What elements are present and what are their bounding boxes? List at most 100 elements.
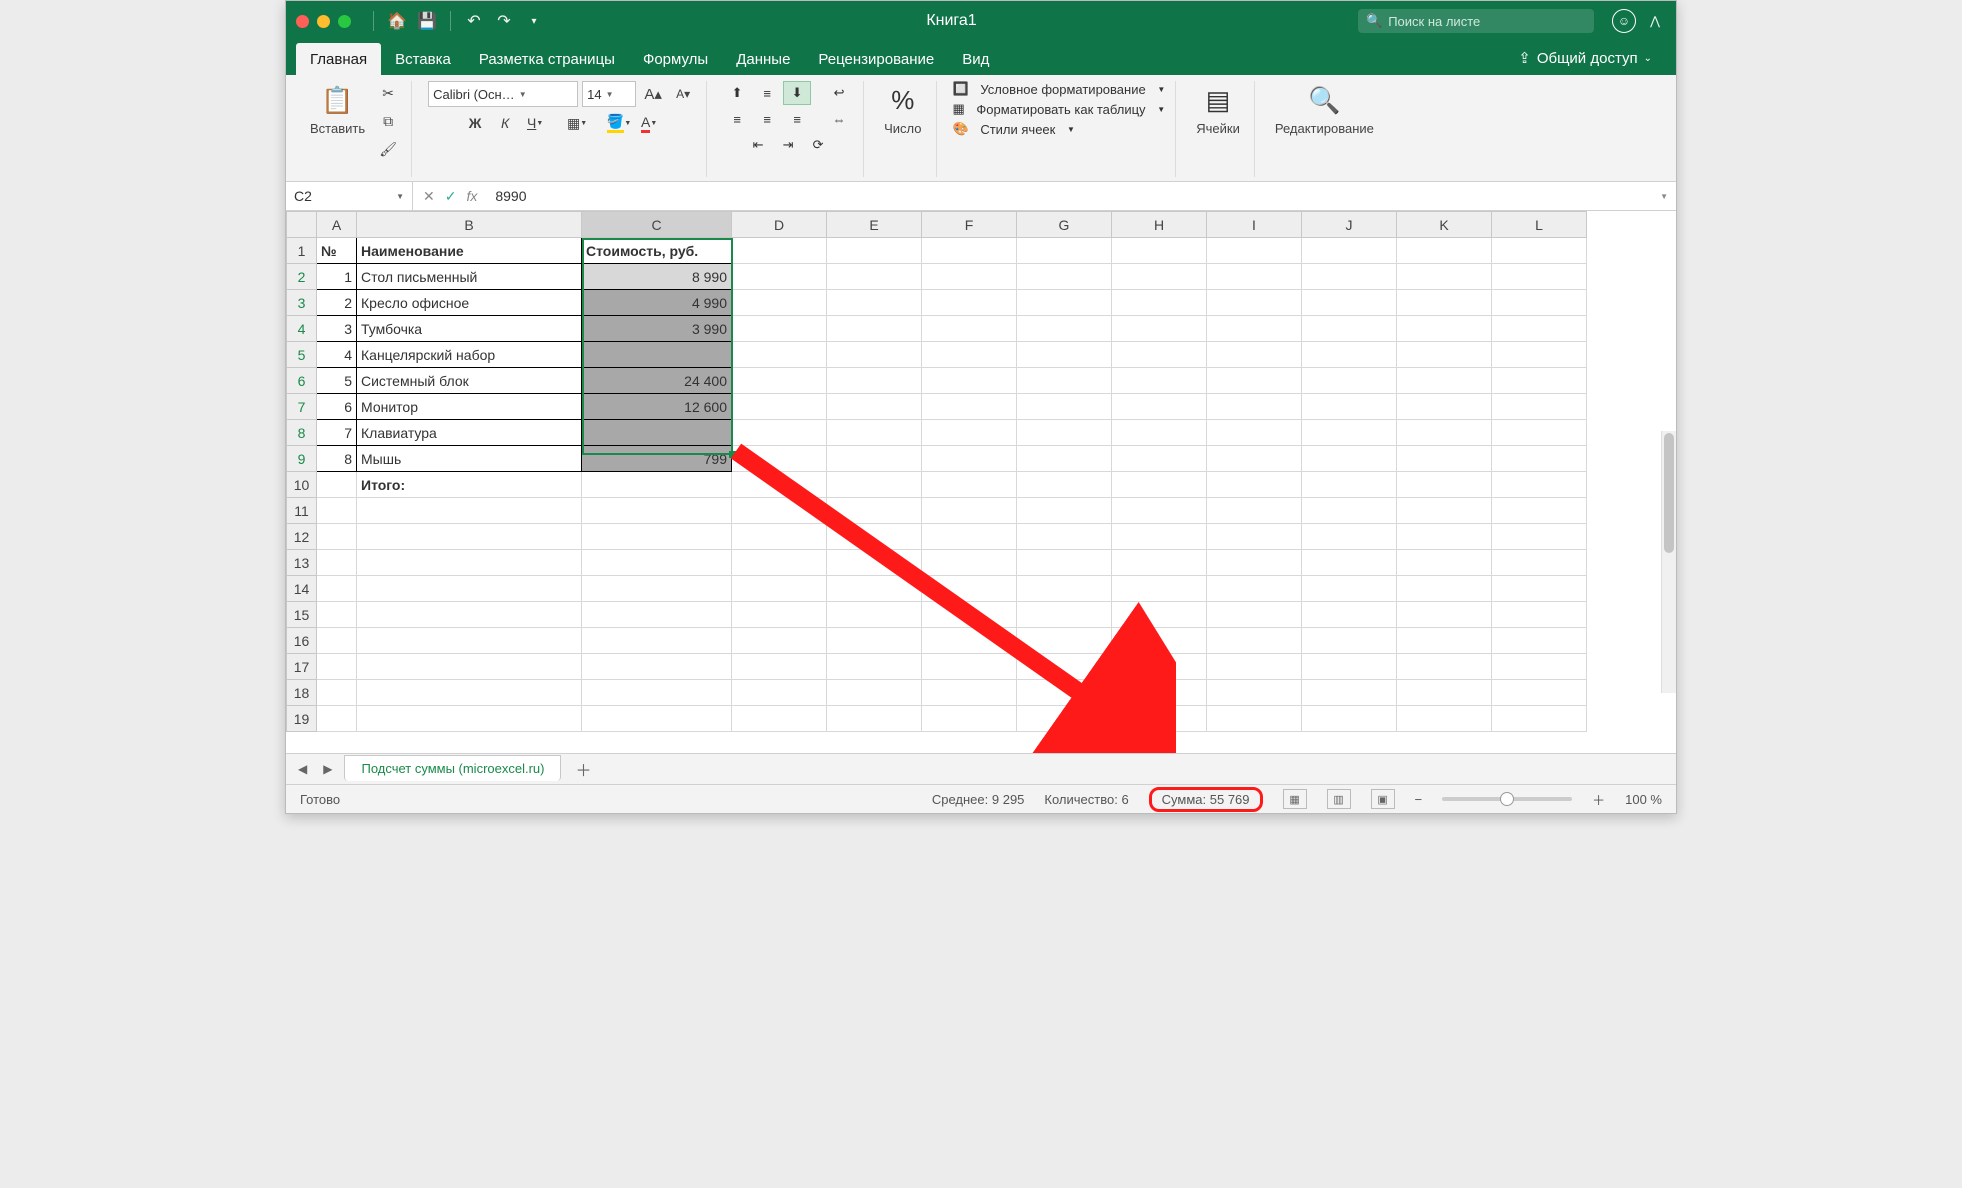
cell[interactable] xyxy=(1017,602,1112,628)
cell[interactable] xyxy=(1492,368,1587,394)
increase-font-icon[interactable]: A▴ xyxy=(640,82,666,106)
cell[interactable] xyxy=(732,316,827,342)
cell[interactable] xyxy=(317,680,357,706)
ribbon-toggle-icon[interactable]: ⋀ xyxy=(1644,10,1666,32)
cell[interactable] xyxy=(1492,238,1587,264)
cell[interactable] xyxy=(732,472,827,498)
cell[interactable] xyxy=(1112,706,1207,732)
cell[interactable] xyxy=(1302,472,1397,498)
cell[interactable]: 7 xyxy=(317,420,357,446)
accept-formula-icon[interactable]: ✓ xyxy=(445,188,457,205)
cell[interactable] xyxy=(1492,394,1587,420)
cell[interactable] xyxy=(1397,576,1492,602)
cell[interactable] xyxy=(1302,602,1397,628)
cell[interactable] xyxy=(827,498,922,524)
tab-insert[interactable]: Вставка xyxy=(381,43,465,75)
cell[interactable] xyxy=(317,602,357,628)
cell[interactable] xyxy=(1112,238,1207,264)
cell[interactable] xyxy=(1017,706,1112,732)
cell[interactable] xyxy=(1302,394,1397,420)
cell[interactable] xyxy=(922,472,1017,498)
cell[interactable] xyxy=(1302,316,1397,342)
fill-color-icon[interactable]: 🪣▼ xyxy=(606,111,632,135)
cell[interactable] xyxy=(1492,472,1587,498)
cell[interactable] xyxy=(582,680,732,706)
cell[interactable] xyxy=(1207,498,1302,524)
cell[interactable]: Наименование xyxy=(357,238,582,264)
cell[interactable] xyxy=(1302,628,1397,654)
cell[interactable]: 3 990 xyxy=(582,316,732,342)
cell[interactable] xyxy=(1492,524,1587,550)
cell[interactable] xyxy=(827,394,922,420)
cell[interactable] xyxy=(1017,498,1112,524)
cell[interactable] xyxy=(1207,550,1302,576)
wrap-text-icon[interactable]: ↩︎ xyxy=(825,81,853,105)
cell[interactable] xyxy=(357,576,582,602)
cell[interactable] xyxy=(1017,420,1112,446)
cell[interactable] xyxy=(922,602,1017,628)
cell[interactable] xyxy=(922,706,1017,732)
cell[interactable] xyxy=(732,238,827,264)
cell[interactable] xyxy=(1302,654,1397,680)
cell[interactable] xyxy=(1112,342,1207,368)
orientation-icon[interactable]: ⟳ xyxy=(804,133,832,157)
cell[interactable] xyxy=(1397,654,1492,680)
feedback-icon[interactable]: ☺ xyxy=(1612,9,1636,33)
cell[interactable] xyxy=(357,602,582,628)
cell[interactable] xyxy=(1207,368,1302,394)
cell[interactable] xyxy=(357,524,582,550)
cell[interactable] xyxy=(922,342,1017,368)
cell[interactable] xyxy=(1017,238,1112,264)
page-break-view-icon[interactable]: ▣ xyxy=(1371,789,1395,809)
cell[interactable] xyxy=(1302,342,1397,368)
cell[interactable] xyxy=(732,680,827,706)
cell[interactable] xyxy=(827,628,922,654)
cell[interactable]: Канцелярский набор xyxy=(357,342,582,368)
cell[interactable] xyxy=(1017,264,1112,290)
italic-button[interactable]: К xyxy=(492,111,518,135)
cell[interactable] xyxy=(732,654,827,680)
cell[interactable] xyxy=(582,472,732,498)
cell[interactable]: Стоимость, руб. xyxy=(582,238,732,264)
row-header[interactable]: 17 xyxy=(287,654,317,680)
cell[interactable] xyxy=(1302,550,1397,576)
cell[interactable] xyxy=(1017,654,1112,680)
cell[interactable] xyxy=(1207,472,1302,498)
borders-icon[interactable]: ▦▼ xyxy=(564,111,590,135)
paste-button[interactable]: 📋 Вставить xyxy=(306,81,369,138)
cell[interactable] xyxy=(1397,498,1492,524)
increase-indent-icon[interactable]: ⇥ xyxy=(774,133,802,157)
cell[interactable] xyxy=(1397,524,1492,550)
cell[interactable] xyxy=(922,420,1017,446)
cell[interactable] xyxy=(1017,446,1112,472)
row-header[interactable]: 7 xyxy=(287,394,317,420)
cell[interactable] xyxy=(1492,264,1587,290)
cell[interactable] xyxy=(1017,394,1112,420)
cell[interactable] xyxy=(317,576,357,602)
cell[interactable] xyxy=(922,264,1017,290)
cell[interactable] xyxy=(1112,628,1207,654)
cell[interactable] xyxy=(1492,602,1587,628)
save-icon[interactable]: 💾 xyxy=(416,10,438,32)
tab-formulas[interactable]: Формулы xyxy=(629,43,722,75)
vertical-scrollbar[interactable] xyxy=(1661,431,1676,693)
sheet-search[interactable]: 🔍 Поиск на листе xyxy=(1358,9,1594,33)
cell[interactable] xyxy=(732,394,827,420)
cell[interactable]: Мышь xyxy=(357,446,582,472)
cell[interactable] xyxy=(1397,264,1492,290)
font-size-select[interactable]: 14▼ xyxy=(582,81,636,107)
cell[interactable]: 12 600 xyxy=(582,394,732,420)
zoom-out-icon[interactable]: − xyxy=(1415,792,1423,807)
cells-button[interactable]: ▤ Ячейки xyxy=(1192,81,1244,138)
formula-input[interactable]: 8990 xyxy=(487,188,1652,204)
col-header[interactable]: J xyxy=(1302,212,1397,238)
decrease-indent-icon[interactable]: ⇤ xyxy=(744,133,772,157)
cell[interactable] xyxy=(1397,706,1492,732)
cell[interactable] xyxy=(1207,420,1302,446)
cell[interactable] xyxy=(1207,342,1302,368)
cell[interactable] xyxy=(922,290,1017,316)
name-box[interactable]: C2 ▼ xyxy=(286,182,413,210)
cell[interactable] xyxy=(732,576,827,602)
cell[interactable] xyxy=(827,290,922,316)
cell[interactable] xyxy=(1017,550,1112,576)
